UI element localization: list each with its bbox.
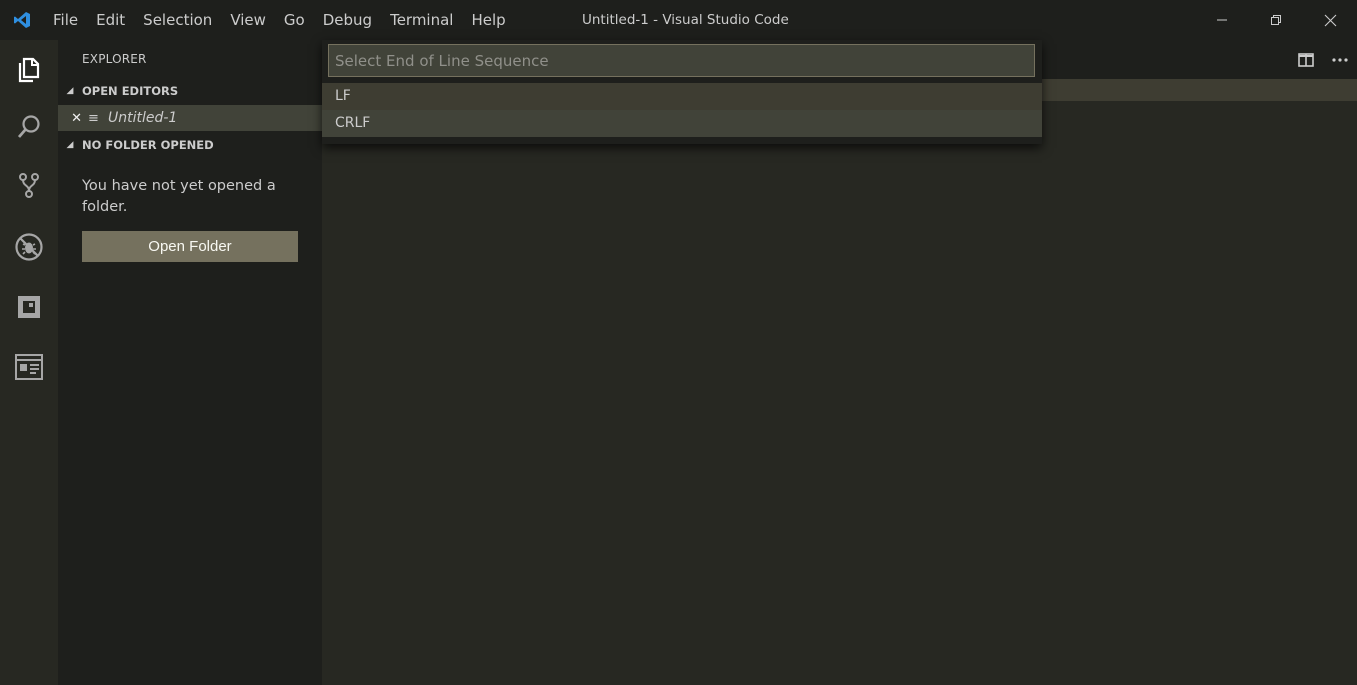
- text-file-icon: ≡: [88, 110, 99, 126]
- restore-button[interactable]: [1249, 0, 1303, 40]
- activity-extensions[interactable]: [0, 278, 58, 336]
- menu-go[interactable]: Go: [275, 0, 314, 40]
- minimize-icon: [1217, 19, 1227, 21]
- quick-pick: LF CRLF: [322, 40, 1042, 144]
- menu-view[interactable]: View: [221, 0, 275, 40]
- activity-bar: [0, 40, 58, 685]
- no-folder-label: NO FOLDER OPENED: [82, 138, 214, 152]
- menu-selection[interactable]: Selection: [134, 0, 221, 40]
- menu-bar: File Edit Selection View Go Debug Termin…: [44, 0, 515, 40]
- activity-panel-view[interactable]: [0, 338, 58, 396]
- vscode-logo-icon: [0, 0, 44, 40]
- ellipsis-icon: [1332, 57, 1348, 62]
- menu-help[interactable]: Help: [462, 0, 514, 40]
- open-editors-label: OPEN EDITORS: [82, 84, 179, 98]
- menu-debug[interactable]: Debug: [314, 0, 381, 40]
- minimize-button[interactable]: [1195, 0, 1249, 40]
- window-layout-icon: [15, 354, 43, 380]
- close-window-button[interactable]: [1303, 0, 1357, 40]
- restore-icon: [1271, 15, 1281, 25]
- activity-explorer[interactable]: [0, 40, 58, 98]
- split-editor-icon: [1298, 52, 1314, 67]
- title-bar: File Edit Selection View Go Debug Termin…: [0, 0, 1357, 40]
- files-icon: [18, 57, 40, 83]
- open-editors-header[interactable]: ◢ OPEN EDITORS: [58, 78, 322, 104]
- source-control-icon: [19, 173, 39, 198]
- window-controls: [1195, 0, 1357, 40]
- split-editor-button[interactable]: [1289, 40, 1323, 79]
- debug-icon: [15, 233, 43, 261]
- open-editor-filename: Untitled-1: [108, 110, 178, 126]
- sidebar-title: EXPLORER: [82, 52, 147, 66]
- activity-search[interactable]: [0, 98, 58, 156]
- search-icon: [17, 115, 40, 138]
- window-title: Untitled-1 - Visual Studio Code: [582, 12, 789, 28]
- activity-source-control[interactable]: [0, 156, 58, 214]
- close-icon: [1324, 14, 1336, 26]
- caret-down-icon: ◢: [66, 140, 74, 150]
- menu-file[interactable]: File: [44, 0, 87, 40]
- quick-pick-input[interactable]: [328, 44, 1035, 77]
- quick-pick-item-crlf[interactable]: CRLF: [322, 110, 1042, 137]
- explorer-sidebar: EXPLORER ◢ OPEN EDITORS ✕ ≡ Untitled-1 ◢…: [58, 40, 322, 685]
- more-actions-button[interactable]: [1323, 40, 1357, 79]
- editor-actions: [1289, 40, 1357, 79]
- empty-folder-message: You have not yet opened a folder.: [82, 178, 276, 215]
- activity-debug[interactable]: [0, 218, 58, 276]
- close-editor-icon[interactable]: ✕: [58, 111, 88, 126]
- menu-edit[interactable]: Edit: [87, 0, 134, 40]
- menu-terminal[interactable]: Terminal: [381, 0, 462, 40]
- quick-pick-item-lf[interactable]: LF: [322, 83, 1042, 110]
- quick-pick-list: LF CRLF: [322, 83, 1042, 137]
- open-editor-item[interactable]: ✕ ≡ Untitled-1: [58, 105, 322, 131]
- extensions-icon: [18, 296, 40, 318]
- open-folder-button[interactable]: Open Folder: [82, 231, 298, 262]
- no-folder-header[interactable]: ◢ NO FOLDER OPENED: [58, 132, 322, 158]
- caret-down-icon: ◢: [66, 86, 74, 96]
